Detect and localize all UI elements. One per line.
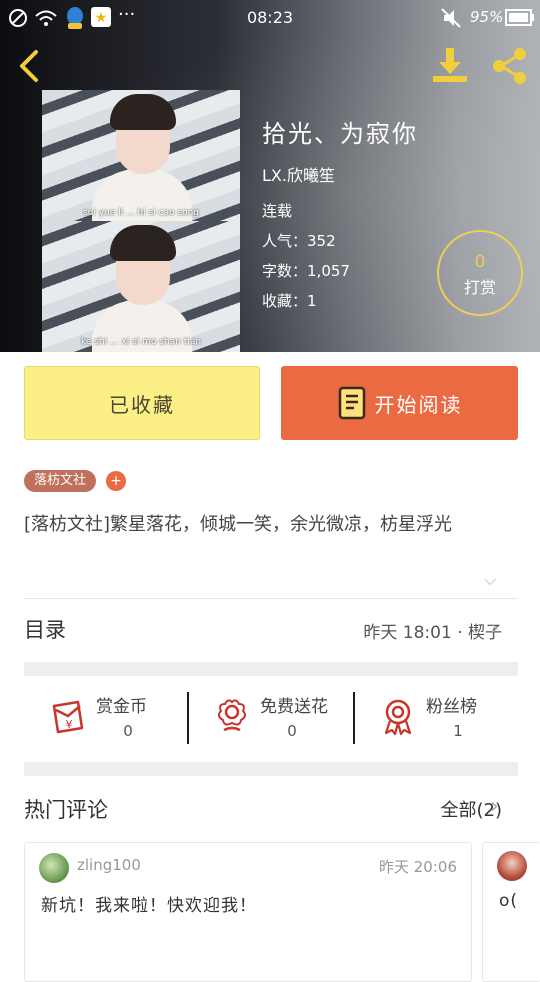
tip-count: 0 (474, 252, 486, 272)
favorited-button[interactable]: 已收藏 (24, 366, 260, 440)
tip-button[interactable]: 0 打赏 (437, 230, 523, 316)
toc-latest-chapter: 昨天 18:01 · 楔子 (363, 623, 502, 643)
book-word-count: 字数：1,057 (262, 260, 350, 281)
comment-text: o( (499, 891, 519, 911)
book-title: 拾光、为寂你 (262, 120, 418, 148)
stat-reward-coins[interactable]: ¥ 赏金币 0 (24, 690, 188, 750)
comment-username[interactable]: zling100 (77, 856, 141, 874)
popularity-value: 352 (307, 232, 336, 250)
book-cover[interactable]: sui yue li ... hi si cao song ke shi ...… (42, 90, 240, 352)
battery-percent: 95% (470, 8, 504, 26)
book-popularity: 人气：352 (262, 230, 336, 251)
stat-value: 1 (453, 722, 463, 740)
favorites-label: 收藏： (262, 292, 308, 310)
toc-label: 目录 (24, 618, 66, 642)
expand-chevron-icon[interactable]: ⌵ (484, 570, 496, 590)
word-count-label: 字数： (262, 262, 308, 280)
hot-comments-title: 热门评论 (24, 798, 108, 822)
book-header: ★ ··· 08:23 95% sui yue li ... hi si cao… (0, 0, 540, 352)
comment-card[interactable]: zling100 昨天 20:06 新坑！我来啦！快欢迎我！ (24, 842, 472, 982)
toc-chevron-icon: › (490, 616, 499, 641)
comment-time: 昨天 20:06 (379, 858, 457, 876)
add-tag-button[interactable]: + (106, 471, 126, 491)
svg-text:¥: ¥ (66, 718, 73, 731)
book-status: 连载 (262, 202, 293, 220)
tip-label: 打赏 (463, 278, 496, 297)
book-summary: [落枋文社]繁星落花，倾城一笑，余光微凉，枋星浮光 (24, 514, 453, 535)
start-reading-button[interactable]: 开始阅读 (281, 366, 518, 440)
favorites-value: 1 (307, 292, 317, 310)
stat-free-flowers[interactable]: 免费送花 0 (188, 690, 352, 750)
stat-label: 赏金币 (96, 697, 147, 717)
book-favorites: 收藏：1 (262, 290, 317, 311)
comment-text: 新坑！我来啦！快欢迎我！ (41, 896, 257, 916)
book-author[interactable]: LX.欣曦笙 (262, 162, 335, 186)
book-icon (338, 386, 365, 420)
cover-caption: sui yue li ... hi si cao song (82, 208, 200, 218)
stat-label: 免费送花 (260, 697, 328, 717)
stat-fan-ranking[interactable]: 粉丝榜 1 (354, 690, 518, 750)
back-icon[interactable] (14, 48, 44, 84)
favorited-label: 已收藏 (109, 392, 175, 417)
cover-photo: sui yue li ... hi si cao song (42, 90, 240, 230)
red-envelope-icon: ¥ (52, 700, 84, 734)
cover-photo: ke shi ... xi si mo shan tian (42, 221, 240, 352)
download-icon[interactable] (430, 46, 470, 86)
mute-icon (441, 8, 461, 28)
all-comments-chevron-icon: › (490, 794, 499, 819)
medal-icon (384, 699, 412, 736)
share-icon[interactable] (490, 46, 530, 86)
avatar[interactable] (39, 853, 69, 883)
publisher-tag[interactable]: 落枋文社 (24, 470, 97, 492)
comment-card[interactable]: o( (482, 842, 540, 982)
stat-label: 粉丝榜 (426, 697, 477, 717)
battery-icon (505, 9, 534, 26)
divider (24, 598, 518, 599)
word-count-value: 1,057 (307, 262, 350, 280)
section-gap (24, 662, 518, 676)
avatar[interactable] (497, 851, 527, 881)
section-gap (24, 762, 518, 776)
stat-value: 0 (123, 722, 133, 740)
flower-icon (217, 699, 247, 732)
stat-value: 0 (287, 722, 297, 740)
cover-caption: ke shi ... xi si mo shan tian (80, 337, 202, 347)
start-reading-label: 开始阅读 (374, 392, 463, 417)
status-bar: ★ ··· 08:23 95% (0, 0, 540, 36)
popularity-label: 人气： (262, 232, 308, 250)
